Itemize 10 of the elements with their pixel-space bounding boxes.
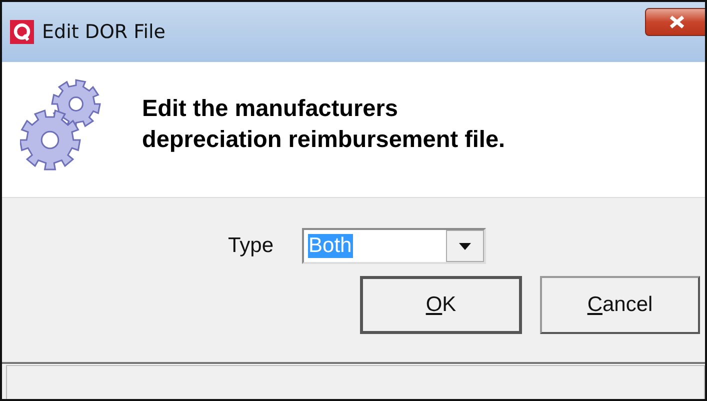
close-icon xyxy=(668,15,686,29)
cancel-button[interactable]: Cancel xyxy=(540,276,700,334)
ok-button[interactable]: OK xyxy=(360,276,522,334)
window-title: Edit DOR File xyxy=(42,21,166,43)
caret-icon xyxy=(458,242,471,250)
close-button[interactable] xyxy=(645,8,705,36)
dropdown-arrow-button[interactable] xyxy=(446,230,484,262)
type-label: Type xyxy=(228,234,274,258)
app-logo-icon xyxy=(10,20,34,44)
header-text: Edit the manufacturers depreciation reimbursement file. xyxy=(142,94,506,154)
